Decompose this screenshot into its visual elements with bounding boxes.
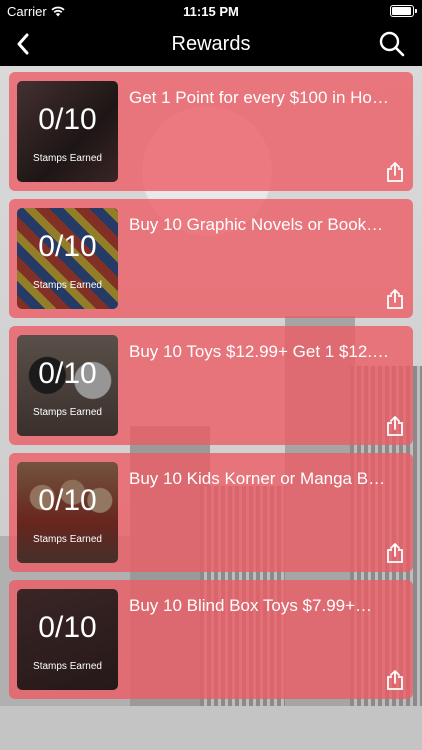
search-button[interactable] [378,30,408,58]
reward-card[interactable]: 0/10 Stamps Earned Buy 10 Kids Korner or… [9,453,413,572]
reward-title: Buy 10 Toys $12.99+ Get 1 $12.… [129,342,390,361]
share-icon [387,416,403,436]
background-ground [0,706,422,750]
stamps-earned-label: Stamps Earned [33,153,102,164]
share-icon [387,543,403,563]
stamp-count: 0/10 [38,611,97,644]
reward-thumbnail: 0/10 Stamps Earned [17,335,118,436]
page-title: Rewards [171,33,251,55]
search-icon [379,31,405,57]
rewards-list: 0/10 Stamps Earned Get 1 Point for every… [9,72,413,707]
navigation-bar: Rewards [0,22,422,66]
reward-card[interactable]: 0/10 Stamps Earned Buy 10 Blind Box Toys… [9,580,413,699]
share-icon [387,162,403,182]
stamp-count: 0/10 [38,103,97,136]
stamps-earned-label: Stamps Earned [33,534,102,545]
share-button[interactable] [386,289,404,309]
stamp-count: 0/10 [38,357,97,390]
stamp-count: 0/10 [38,484,97,517]
share-icon [387,289,403,309]
reward-thumbnail: 0/10 Stamps Earned [17,81,118,182]
stamps-earned-label: Stamps Earned [33,661,102,672]
reward-thumbnail: 0/10 Stamps Earned [17,589,118,690]
reward-thumbnail: 0/10 Stamps Earned [17,462,118,563]
reward-thumbnail: 0/10 Stamps Earned [17,208,118,309]
reward-title: Buy 10 Blind Box Toys $7.99+… [129,596,373,615]
stamp-count: 0/10 [38,230,97,263]
battery-icon [390,5,417,17]
share-icon [387,670,403,690]
share-button[interactable] [386,162,404,182]
status-bar: Carrier 11:15 PM [0,0,422,22]
share-button[interactable] [386,543,404,563]
reward-title: Buy 10 Graphic Novels or Book… [129,215,384,234]
status-time: 11:15 PM [183,4,239,19]
reward-card[interactable]: 0/10 Stamps Earned Buy 10 Graphic Novels… [9,199,413,318]
reward-card[interactable]: 0/10 Stamps Earned Get 1 Point for every… [9,72,413,191]
stamps-earned-label: Stamps Earned [33,280,102,291]
share-button[interactable] [386,416,404,436]
stamps-earned-label: Stamps Earned [33,407,102,418]
reward-title: Get 1 Point for every $100 in Ho… [129,88,389,107]
share-button[interactable] [386,670,404,690]
reward-title: Buy 10 Kids Korner or Manga B… [129,469,386,488]
reward-card[interactable]: 0/10 Stamps Earned Buy 10 Toys $12.99+ G… [9,326,413,445]
